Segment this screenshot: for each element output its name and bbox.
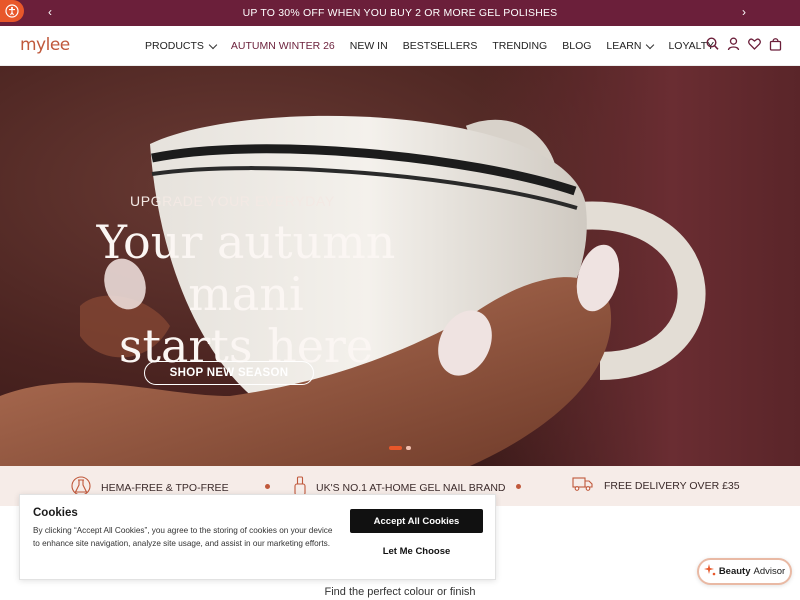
cookie-banner: Cookies By clicking “Accept All Cookies”… — [19, 494, 496, 580]
accept-all-cookies-button[interactable]: Accept All Cookies — [350, 509, 483, 533]
hero-headline: Your autumn mani starts here — [36, 216, 456, 372]
shop-new-season-button[interactable]: SHOP NEW SEASON — [144, 361, 314, 385]
nav-learn[interactable]: LEARN — [606, 40, 655, 52]
chevron-right-icon[interactable]: › — [742, 5, 746, 19]
header-icons — [706, 37, 782, 51]
cookie-title: Cookies — [33, 507, 78, 519]
usp-text: UK'S NO.1 AT-HOME GEL NAIL BRAND — [316, 481, 506, 494]
usp-separator — [265, 484, 270, 489]
usp-separator — [516, 484, 521, 489]
hero-eyebrow: UPGRADE YOUR EVERYDAY — [130, 193, 335, 209]
nav-label: LEARN — [606, 40, 642, 52]
hero-banner[interactable]: UPGRADE YOUR EVERYDAY Your autumn mani s… — [0, 66, 800, 466]
nav-new-in[interactable]: NEW IN — [350, 40, 388, 52]
nav-label: TRENDING — [492, 40, 548, 52]
carousel-dots — [389, 446, 411, 450]
nav-label: AUTUMN WINTER 26 — [230, 40, 335, 52]
chevron-down-icon — [208, 40, 218, 49]
site-header: mylee PRODUCTS AUTUMN WINTER 26 NEW IN B… — [0, 26, 800, 66]
search-icon[interactable] — [706, 37, 719, 51]
beauty-advisor-button[interactable]: Beauty Advisor — [697, 558, 792, 585]
nav-blog[interactable]: BLOG — [562, 40, 591, 52]
sparkle-icon — [703, 564, 716, 579]
chevron-down-icon — [646, 40, 655, 49]
delivery-truck-icon — [572, 476, 594, 495]
carousel-dot-active[interactable] — [389, 446, 402, 450]
usp-text: HEMA-FREE & TPO-FREE — [101, 481, 229, 494]
nav-autumn-winter[interactable]: AUTUMN WINTER 26 — [231, 40, 335, 52]
carousel-dot[interactable] — [406, 446, 411, 450]
nav-products[interactable]: PRODUCTS — [145, 40, 218, 52]
usp-item: FREE DELIVERY OVER £35 — [572, 476, 740, 495]
nav-label: BLOG — [562, 40, 592, 52]
usp-text: FREE DELIVERY OVER £35 — [604, 479, 740, 492]
account-icon[interactable] — [727, 37, 740, 51]
let-me-choose-button[interactable]: Let Me Choose — [350, 543, 483, 559]
brand-logo[interactable]: mylee — [20, 35, 70, 55]
nav-trending[interactable]: TRENDING — [492, 40, 547, 52]
chevron-left-icon[interactable]: ‹ — [48, 5, 52, 19]
advisor-label-bold: Beauty — [718, 566, 751, 577]
accessibility-icon[interactable] — [0, 0, 24, 22]
main-nav: PRODUCTS AUTUMN WINTER 26 NEW IN BESTSEL… — [145, 40, 714, 52]
nav-label: PRODUCTS — [145, 40, 204, 52]
hero-headline-line1: Your autumn mani — [96, 215, 396, 321]
nav-label: NEW IN — [349, 40, 388, 52]
find-colour-text: Find the perfect colour or finish — [324, 586, 476, 598]
nav-bestsellers[interactable]: BESTSELLERS — [403, 40, 478, 52]
bag-icon[interactable] — [769, 37, 782, 51]
advisor-label: Advisor — [753, 566, 786, 577]
promo-text[interactable]: UP TO 30% OFF WHEN YOU BUY 2 OR MORE GEL… — [243, 7, 558, 19]
nav-label: BESTSELLERS — [402, 40, 478, 52]
promo-bar: ‹ UP TO 30% OFF WHEN YOU BUY 2 OR MORE G… — [0, 0, 800, 26]
wishlist-icon[interactable] — [748, 37, 761, 51]
cookie-body: By clicking “Accept All Cookies”, you ag… — [33, 526, 333, 548]
